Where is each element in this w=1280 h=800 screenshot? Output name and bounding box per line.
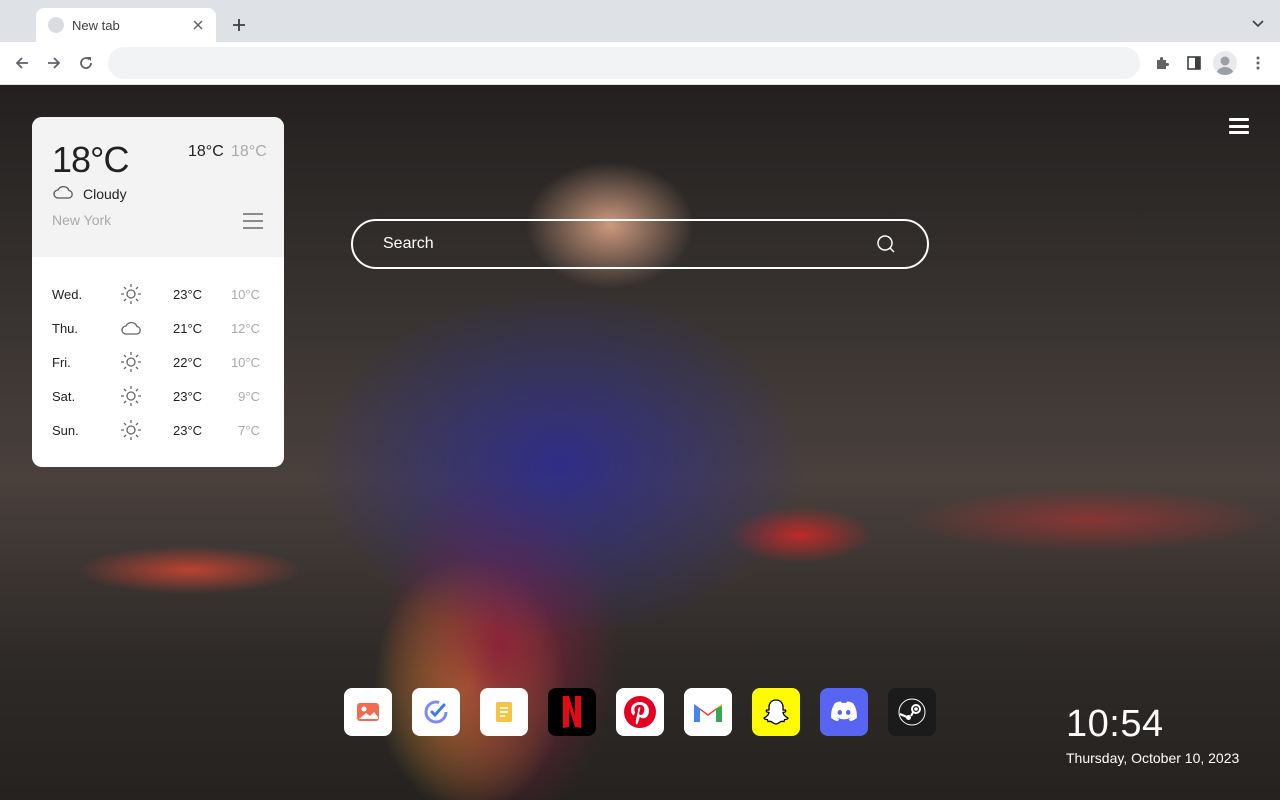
forecast-day: Sun. — [52, 423, 79, 438]
search-input[interactable] — [383, 235, 875, 253]
weather-city: New York — [52, 212, 112, 228]
address-bar[interactable] — [108, 47, 1140, 79]
cloud-icon — [120, 317, 142, 339]
extensions-icon[interactable] — [1148, 49, 1176, 77]
forecast-high: 23°C — [173, 423, 203, 438]
steam-icon — [898, 698, 926, 726]
netflix-icon — [563, 696, 581, 728]
sun-icon — [120, 385, 142, 407]
forecast-row: Wed. 23°C 10°C — [32, 277, 284, 311]
forecast-high: 21°C — [173, 321, 203, 336]
current-temperature: 18°C — [52, 139, 129, 180]
forecast-high: 22°C — [173, 355, 203, 370]
forecast-row: Fri. 22°C 10°C — [32, 345, 284, 379]
side-panel-icon[interactable] — [1180, 49, 1208, 77]
today-low: 18°C — [231, 143, 267, 160]
forward-icon[interactable] — [40, 49, 68, 77]
search-box — [351, 219, 929, 269]
profile-avatar[interactable] — [1213, 51, 1237, 75]
clock-time: 10:54 — [1066, 703, 1164, 745]
note-icon — [496, 702, 512, 722]
netflix-app-button[interactable] — [548, 688, 596, 736]
close-icon[interactable] — [190, 17, 206, 33]
hamburger-menu-icon[interactable] — [1226, 115, 1252, 137]
more-menu-icon[interactable] — [1244, 49, 1272, 77]
sun-icon — [120, 351, 142, 373]
new-tab-button[interactable] — [226, 12, 252, 38]
forecast-low: 12°C — [230, 321, 260, 336]
notes-app-button[interactable] — [480, 688, 528, 736]
pinterest-app-button[interactable] — [616, 688, 664, 736]
forecast-low: 7°C — [238, 423, 260, 438]
pinterest-icon — [624, 696, 656, 728]
weather-widget: 18°C 18°C 18°C Cloudy New York Wed. 23°C… — [32, 117, 284, 467]
forecast-high: 23°C — [173, 389, 203, 404]
chevron-down-icon[interactable] — [1246, 12, 1270, 36]
reload-icon[interactable] — [72, 49, 100, 77]
new-tab-page: 18°C 18°C 18°C Cloudy New York Wed. 23°C… — [0, 85, 1280, 800]
tab-favicon-icon — [48, 17, 64, 33]
snapchat-app-button[interactable] — [752, 688, 800, 736]
photos-app-button[interactable] — [344, 688, 392, 736]
weather-current: 18°C 18°C 18°C Cloudy New York — [32, 117, 284, 257]
tasks-app-button[interactable] — [412, 688, 460, 736]
today-high: 18°C — [188, 143, 224, 160]
forecast-low: 10°C — [230, 287, 260, 302]
forecast-day: Wed. — [52, 287, 83, 302]
search-icon[interactable] — [875, 233, 897, 255]
discord-icon — [831, 701, 857, 722]
tab-strip: New tab — [0, 0, 1280, 42]
clock-date: Thursday, October 10, 2023 — [1066, 750, 1240, 766]
steam-app-button[interactable] — [888, 688, 936, 736]
app-dock — [344, 688, 936, 736]
forecast-low: 10°C — [230, 355, 260, 370]
forecast-day: Thu. — [52, 321, 79, 336]
cloud-icon — [52, 183, 74, 201]
gmail-app-button[interactable] — [684, 688, 732, 736]
weather-forecast: Wed. 23°C 10°C Thu. 21°C 12°C Fri. 22°C … — [32, 277, 284, 447]
forecast-high: 23°C — [173, 287, 203, 302]
forecast-low: 9°C — [238, 389, 260, 404]
forecast-day: Sat. — [52, 389, 76, 404]
check-icon — [424, 700, 448, 724]
discord-app-button[interactable] — [820, 688, 868, 736]
forecast-day: Fri. — [52, 355, 71, 370]
image-icon — [357, 703, 379, 721]
sun-icon — [120, 419, 142, 441]
snapchat-icon — [763, 699, 789, 725]
weather-condition: Cloudy — [83, 186, 127, 202]
tab-title: New tab — [72, 17, 120, 33]
forecast-row: Sun. 23°C 7°C — [32, 413, 284, 447]
sun-icon — [120, 283, 142, 305]
browser-toolbar — [0, 42, 1280, 85]
back-icon[interactable] — [8, 49, 36, 77]
gmail-icon — [694, 704, 722, 722]
forecast-row: Thu. 21°C 12°C — [32, 311, 284, 345]
list-icon[interactable] — [243, 213, 263, 229]
forecast-row: Sat. 23°C 9°C — [32, 379, 284, 413]
tab-new-tab[interactable]: New tab — [36, 8, 216, 42]
